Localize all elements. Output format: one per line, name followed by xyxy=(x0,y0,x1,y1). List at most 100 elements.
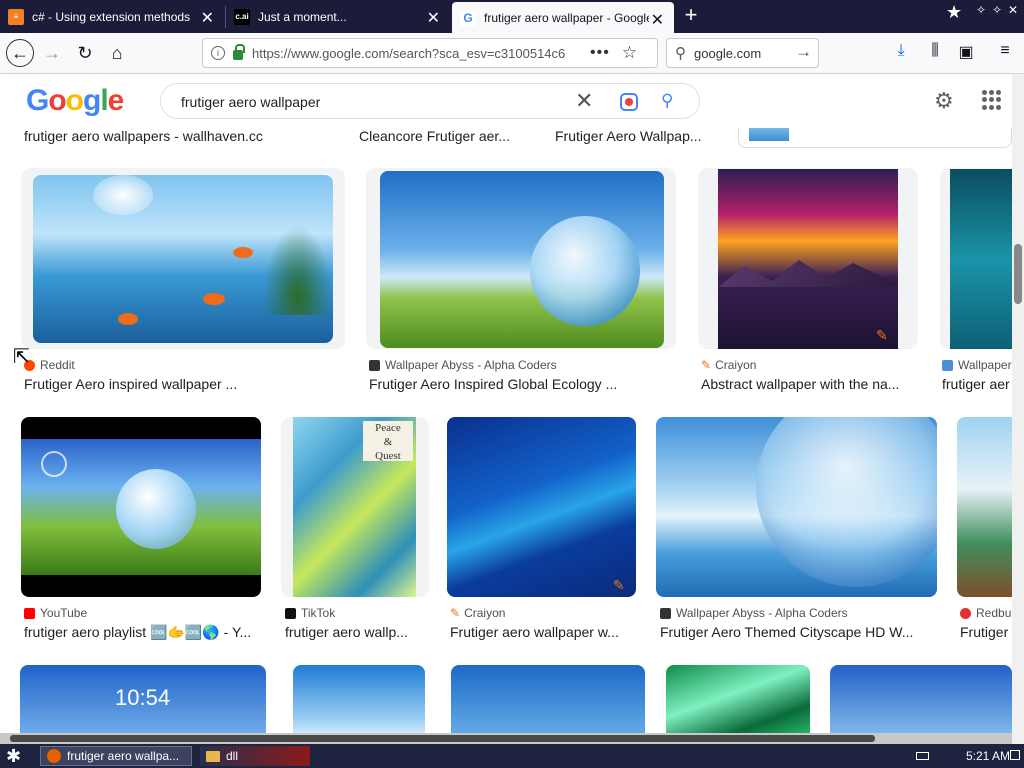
image-result[interactable] xyxy=(830,665,1012,733)
related-card[interactable] xyxy=(738,128,1012,148)
image-result[interactable]: 10:54 xyxy=(20,665,266,733)
result-source[interactable]: Redbu xyxy=(960,606,1011,620)
result-caption[interactable]: frutiger aer xyxy=(942,376,1012,392)
tab-stackoverflow[interactable]: ≡ c# - Using extension methods in .N ✕ xyxy=(0,0,224,33)
horizontal-scrollbar[interactable] xyxy=(0,733,1012,744)
show-desktop-icon[interactable] xyxy=(1010,750,1020,760)
home-icon[interactable]: ⌂ xyxy=(103,39,131,67)
scrollbar-thumb[interactable] xyxy=(1014,244,1022,304)
result-source[interactable]: ✎ Craiyon xyxy=(450,606,505,620)
result-image[interactable] xyxy=(950,169,1012,349)
clear-icon[interactable]: ✕ xyxy=(575,88,593,114)
result-source[interactable]: YouTube xyxy=(24,606,87,620)
go-arrow-icon[interactable]: → xyxy=(795,42,812,62)
image-result[interactable] xyxy=(451,665,645,733)
forward-button[interactable]: → xyxy=(38,39,66,67)
search-engine-label[interactable]: google.com xyxy=(694,46,761,61)
result-image[interactable] xyxy=(380,171,664,348)
system-clock[interactable]: 5:21 AM xyxy=(966,749,1010,763)
tab-google-search[interactable]: G frutiger aero wallpaper - Google Se ✕ xyxy=(452,2,674,33)
result-caption[interactable]: Frutiger Aero inspired wallpaper ... xyxy=(24,376,324,392)
url-text[interactable]: https://www.google.com/search?sca_esv=c3… xyxy=(252,46,582,61)
result-image[interactable]: Peace & Quest xyxy=(293,417,416,597)
result-caption[interactable]: Abstract wallpaper with the na... xyxy=(701,376,911,392)
taskbar-item-label: dll xyxy=(226,749,239,763)
image-result[interactable] xyxy=(957,417,1012,597)
info-icon[interactable]: i xyxy=(211,46,225,60)
apps-grid-icon[interactable] xyxy=(982,90,1002,110)
keyboard-icon[interactable] xyxy=(916,752,929,760)
result-image[interactable] xyxy=(33,175,333,343)
menu-icon[interactable]: ≡ xyxy=(994,42,1016,64)
source-label: Wallpaper Abyss - Alpha Coders xyxy=(385,358,557,372)
reload-button[interactable]: ↻ xyxy=(71,39,99,67)
close-icon[interactable]: ✕ xyxy=(427,8,440,28)
result-caption[interactable]: Frutiger aero wallpaper w... xyxy=(450,624,635,640)
sidebar-icon[interactable]: ▣ xyxy=(955,42,977,64)
taskbar-item-label: frutiger aero wallpa... xyxy=(67,749,180,763)
result-caption[interactable]: Frutiger Aero Wallpap... xyxy=(555,128,715,144)
result-caption[interactable]: Frutiger Aero Themed Cityscape HD W... xyxy=(660,624,930,640)
star-icon: ★ xyxy=(946,2,963,22)
result-image[interactable]: ✎ xyxy=(718,169,898,349)
close-icon[interactable]: ✕ xyxy=(201,8,214,28)
image-result[interactable] xyxy=(366,168,676,349)
source-label: Craiyon xyxy=(715,358,757,372)
source-label: Craiyon xyxy=(464,606,506,620)
image-result[interactable] xyxy=(666,665,810,733)
result-source[interactable]: Wallpaper Abyss - Alpha Coders xyxy=(660,606,848,620)
result-caption[interactable]: Cleancore Frutiger aer... xyxy=(359,128,539,144)
youtube-icon xyxy=(24,607,35,619)
google-logo[interactable]: Google xyxy=(26,84,124,118)
scrollbar-thumb[interactable] xyxy=(10,735,875,742)
image-result[interactable] xyxy=(940,168,1012,349)
result-caption[interactable]: frutiger aero wallpapers - wallhaven.cc xyxy=(24,128,324,144)
library-icon[interactable]: ⫼ xyxy=(924,42,946,64)
taskbar-item-folder[interactable]: dll xyxy=(200,746,310,766)
result-source[interactable]: ✎ Craiyon xyxy=(701,358,756,372)
result-caption[interactable]: Frutiger xyxy=(960,624,1012,640)
image-result[interactable]: ✎ xyxy=(447,417,636,597)
result-caption[interactable]: frutiger aero wallp... xyxy=(285,624,425,640)
result-source[interactable]: Wallpaper xyxy=(942,358,1012,372)
stackoverflow-icon: ≡ xyxy=(8,8,24,25)
tab-title: frutiger aero wallpaper - Google Se xyxy=(484,10,649,25)
search-icon[interactable]: ⚲ xyxy=(661,91,673,111)
taskbar-item-firefox[interactable]: frutiger aero wallpa... xyxy=(40,746,192,766)
back-button[interactable]: ← xyxy=(6,39,34,67)
settings-gear-icon[interactable]: ⚙ xyxy=(934,88,958,113)
image-result[interactable] xyxy=(21,168,345,349)
google-lens-icon[interactable] xyxy=(620,93,638,111)
result-caption[interactable]: Frutiger Aero Inspired Global Ecology ..… xyxy=(369,376,639,392)
result-image[interactable] xyxy=(21,439,261,575)
clock-graphic: 10:54 xyxy=(115,685,171,710)
window-controls: ★ ✧ ✧ ✕ xyxy=(940,0,1024,33)
search-query[interactable]: frutiger aero wallpaper xyxy=(181,94,320,110)
download-icon[interactable]: ⤓ xyxy=(890,42,912,64)
minimize-icon[interactable]: ✧ xyxy=(976,3,986,17)
wallpaper-abyss-icon xyxy=(369,359,380,371)
wallpaper-icon xyxy=(942,359,953,371)
search-box[interactable]: ⚲ google.com → xyxy=(666,38,819,68)
image-result[interactable] xyxy=(293,665,425,733)
image-result[interactable] xyxy=(21,417,261,597)
cai-icon: c.ai xyxy=(234,8,250,25)
result-source[interactable]: Reddit xyxy=(24,358,75,372)
vertical-scrollbar[interactable] xyxy=(1012,74,1024,744)
bookmark-star-icon[interactable]: ☆ xyxy=(622,43,637,63)
start-menu-icon[interactable]: ✱ xyxy=(6,746,21,767)
address-bar[interactable]: i https://www.google.com/search?sca_esv=… xyxy=(202,38,658,68)
page-actions-icon[interactable]: ••• xyxy=(590,44,610,62)
maximize-icon[interactable]: ✧ xyxy=(992,3,1002,17)
image-result[interactable] xyxy=(656,417,937,597)
close-icon[interactable]: ✕ xyxy=(651,10,664,30)
close-window-icon[interactable]: ✕ xyxy=(1008,3,1018,17)
tab-just-a-moment[interactable]: c.ai Just a moment... ✕ xyxy=(226,0,450,33)
google-search-bar[interactable]: frutiger aero wallpaper ✕ ⚲ xyxy=(160,83,700,119)
result-source[interactable]: Wallpaper Abyss - Alpha Coders xyxy=(369,358,557,372)
result-source[interactable]: TikTok xyxy=(285,606,335,620)
result-caption[interactable]: frutiger aero playlist 🆒🫱🆒🌎 - Y... xyxy=(24,624,264,641)
new-tab-button[interactable]: + xyxy=(680,4,702,28)
image-result[interactable]: Peace & Quest xyxy=(281,417,429,597)
image-result[interactable]: ✎ xyxy=(698,168,918,349)
